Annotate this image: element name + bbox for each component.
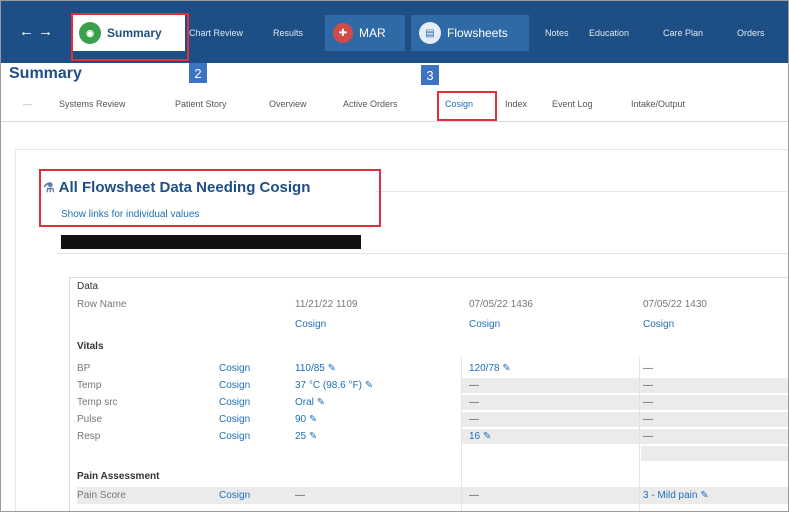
value-link[interactable]: Oral ✎ [295,397,325,408]
tab-notes[interactable]: Notes [541,15,581,51]
edit-pencil-icon: ✎ [327,363,337,374]
group-header-pain-assessment: Pain Assessment [77,471,160,482]
tab-flowsheets-label: Flowsheets [447,26,508,40]
value-link[interactable]: 120/78 ✎ [469,363,511,374]
step-badge-2: 2 [189,63,207,83]
value-text: 120/78 [469,363,500,374]
back-forward-arrows-icon[interactable]: ←→ [19,23,57,40]
subtab-systems-review[interactable]: Systems Review [59,99,126,109]
tab-mar[interactable]: ✚ MAR [325,15,405,51]
mar-icon: ✚ [333,23,353,43]
row-shading [461,395,788,410]
column-cosign-link[interactable]: Cosign [295,319,326,330]
tab-chart-review[interactable]: Chart Review [187,15,267,51]
empty-value: — [295,490,305,501]
edit-pencil-icon: ✎ [364,380,374,391]
empty-value: — [469,380,479,391]
flowsheets-icon: ▤ [419,22,441,44]
empty-value: — [643,363,653,374]
edit-pencil-icon: ✎ [700,490,709,501]
edit-pencil-icon: ✎ [482,431,492,442]
row-shading [461,378,788,393]
row-cosign-link[interactable]: Cosign [219,363,250,374]
column-divider [461,357,462,511]
group-header-vitals: Vitals [77,341,104,352]
subtab-overflow-icon[interactable]: — [23,99,32,109]
row-cosign-link[interactable]: Cosign [219,380,250,391]
row-label: Pulse [77,414,103,425]
empty-value: — [469,397,479,408]
step-badge-3: 3 [421,65,439,85]
divider [57,253,788,254]
tab-results[interactable]: Results [267,15,321,51]
value-link[interactable]: 3 - Mild pain ✎ [643,490,709,501]
row-label: Pain Score [77,490,126,501]
edit-pencil-icon: ✎ [316,397,326,408]
divider [15,149,788,150]
tab-care-plan[interactable]: Care Plan [659,15,725,51]
subtab-patient-story[interactable]: Patient Story [175,99,227,109]
column-cosign-link[interactable]: Cosign [643,319,674,330]
annotation-box-heading [39,169,381,227]
annotation-box-summary [71,13,189,61]
page-title: Summary [9,65,82,82]
row-shading [461,429,788,444]
row-cosign-link[interactable]: Cosign [219,490,250,501]
table-data-label: Data [77,281,99,292]
tab-education[interactable]: Education [583,15,657,51]
divider [1,121,788,122]
edit-pencil-icon: ✎ [502,363,511,374]
subtab-index[interactable]: Index [505,99,527,109]
row-cosign-link[interactable]: Cosign [219,431,250,442]
value-link[interactable]: 90 ✎ [295,414,317,425]
tab-orders[interactable]: Orders [729,15,788,51]
column-datetime: 07/05/22 1436 [469,299,533,310]
value-link[interactable]: 25 ✎ [295,431,317,442]
row-cosign-link[interactable]: Cosign [219,397,250,408]
subtab-overview[interactable]: Overview [269,99,307,109]
app-window: ←→ ◉ Summary Chart Review Results ✚ MAR … [0,0,789,512]
subtab-active-orders[interactable]: Active Orders [343,99,398,109]
column-divider [639,357,640,511]
redacted-text [61,235,361,249]
divider [375,191,788,192]
edit-pencil-icon: ✎ [308,431,318,442]
row-shading [641,446,788,461]
row-label: Temp src [77,397,118,408]
column-datetime: 07/05/22 1430 [643,299,707,310]
empty-value: — [643,380,653,391]
value-text: 37 °C (98.6 °F) [295,380,362,391]
summary-subtabs: — Systems Review Patient Story Overview … [1,95,788,119]
value-text: 16 [469,431,481,442]
row-cosign-link[interactable]: Cosign [219,414,250,425]
empty-value: — [643,397,653,408]
value-text: 3 - Mild pain [643,490,698,501]
value-text: 90 [295,414,307,425]
value-text: 25 [295,431,307,442]
subtab-intake-output[interactable]: Intake/Output [631,99,685,109]
column-datetime: 11/21/22 1109 [295,299,358,310]
column-cosign-link[interactable]: Cosign [469,319,500,330]
row-shading [461,412,788,427]
annotation-box-cosign [437,91,497,121]
row-label: Resp [77,431,101,442]
row-name-header: Row Name [77,299,127,310]
row-label: Temp [77,380,102,391]
tab-mar-label: MAR [359,26,386,40]
subtab-event-log[interactable]: Event Log [552,99,593,109]
value-text: Oral [295,397,314,408]
tab-flowsheets[interactable]: ▤ Flowsheets [411,15,529,51]
empty-value: — [469,490,479,501]
empty-value: — [643,414,653,425]
value-link[interactable]: 110/85 ✎ [295,363,336,374]
empty-value: — [469,414,479,425]
value-link[interactable]: 37 °C (98.6 °F) ✎ [295,380,373,391]
divider [15,149,16,511]
empty-value: — [643,431,653,442]
value-text: 110/85 [295,363,325,374]
edit-pencil-icon: ✎ [308,414,318,425]
value-link[interactable]: 16 ✎ [469,431,491,442]
row-label: BP [77,363,91,374]
